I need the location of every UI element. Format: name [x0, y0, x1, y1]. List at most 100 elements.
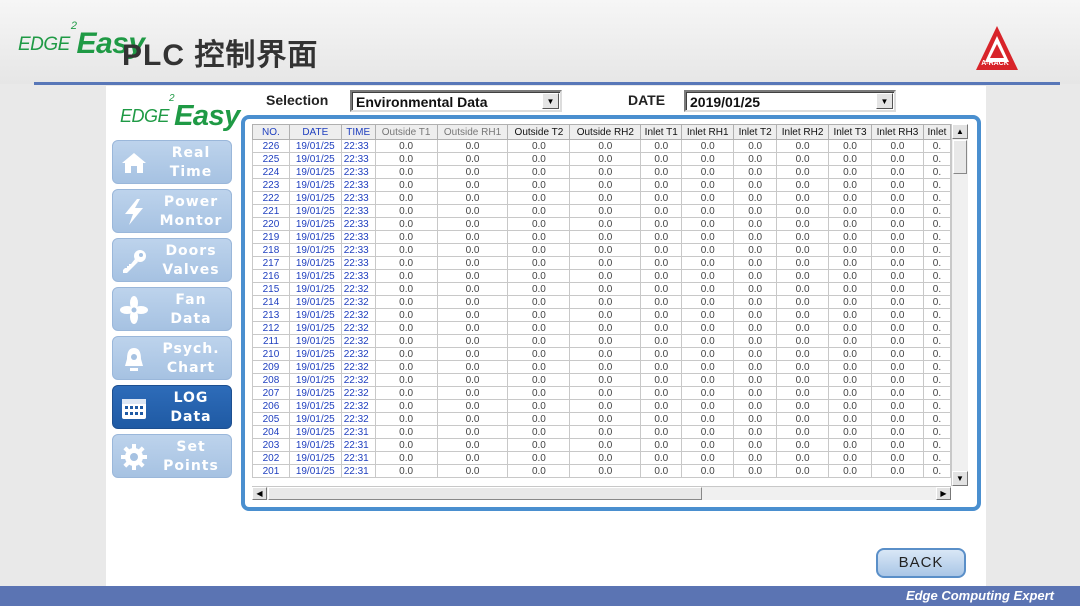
- table-row[interactable]: 212 19/01/25 22:32 0.0 0.0 0.0 0.0 0.0 0.0 0.0 0.0…: [252, 321, 951, 335]
- column-header[interactable]: Inlet T3: [828, 124, 872, 140]
- nav-button-set-points[interactable]: Set Points: [112, 434, 232, 478]
- table-row[interactable]: 224 19/01/25 22:33 0.0 0.0 0.0 0.0 0.0 0.0 0.0 0.0…: [252, 165, 951, 179]
- table-cell: 0.0: [776, 178, 830, 192]
- table-cell: 19/01/25: [288, 269, 342, 283]
- table-cell: 0.0: [640, 204, 683, 218]
- table-row[interactable]: 207 19/01/25 22:32 0.0 0.0 0.0 0.0 0.0 0.0 0.0 0.0…: [252, 386, 951, 400]
- table-cell: 0.: [922, 360, 951, 374]
- table-row[interactable]: 223 19/01/25 22:33 0.0 0.0 0.0 0.0 0.0 0.0 0.0 0.0…: [252, 178, 951, 192]
- column-header[interactable]: Outside RH2: [569, 124, 642, 140]
- date-dropdown[interactable]: 2019/01/25 ▼: [684, 90, 896, 112]
- column-header[interactable]: Outside T2: [507, 124, 571, 140]
- table-cell: 0.0: [733, 178, 778, 192]
- table-row[interactable]: 213 19/01/25 22:32 0.0 0.0 0.0 0.0 0.0 0.0 0.0 0.0…: [252, 308, 951, 322]
- table-row[interactable]: 219 19/01/25 22:33 0.0 0.0 0.0 0.0 0.0 0.0 0.0 0.0…: [252, 230, 951, 244]
- table-cell: 0.0: [776, 256, 830, 270]
- table-cell: 0.0: [569, 282, 642, 296]
- column-header[interactable]: TIME: [340, 124, 376, 140]
- scroll-right-button[interactable]: ▶: [936, 487, 951, 500]
- table-cell: 0.: [922, 386, 951, 400]
- table-row[interactable]: 221 19/01/25 22:33 0.0 0.0 0.0 0.0 0.0 0.0 0.0 0.0…: [252, 204, 951, 218]
- table-cell: 222: [252, 191, 290, 205]
- horizontal-scroll-thumb[interactable]: [268, 487, 702, 500]
- column-header[interactable]: Inlet: [922, 124, 951, 140]
- column-header[interactable]: NO.: [252, 124, 290, 140]
- horizontal-scrollbar[interactable]: ◀ ▶: [252, 486, 951, 500]
- table-row[interactable]: 226 19/01/25 22:33 0.0 0.0 0.0 0.0 0.0 0.0 0.0 0.0…: [252, 139, 951, 153]
- table-cell: 0.0: [569, 399, 642, 413]
- table-cell: 0.0: [828, 165, 872, 179]
- scroll-down-button[interactable]: ▼: [952, 471, 968, 486]
- chevron-down-icon[interactable]: ▼: [876, 93, 893, 109]
- table-cell: 22:33: [340, 243, 376, 257]
- selection-dropdown[interactable]: Environmental Data ▼: [350, 90, 562, 112]
- table-cell: 0.0: [871, 425, 924, 439]
- column-header[interactable]: Inlet T2: [733, 124, 778, 140]
- column-header[interactable]: Inlet RH2: [776, 124, 830, 140]
- table-cell: 0.0: [871, 308, 924, 322]
- table-row[interactable]: 225 19/01/25 22:33 0.0 0.0 0.0 0.0 0.0 0.0 0.0 0.0…: [252, 152, 951, 166]
- table-cell: 0.0: [828, 139, 872, 153]
- column-header[interactable]: Outside T1: [374, 124, 438, 140]
- table-cell: 22:32: [340, 282, 376, 296]
- nav-button-power-monitor[interactable]: Power Montor: [112, 189, 232, 233]
- column-header[interactable]: Inlet RH3: [871, 124, 924, 140]
- table-row[interactable]: 218 19/01/25 22:33 0.0 0.0 0.0 0.0 0.0 0.0 0.0 0.0…: [252, 243, 951, 257]
- nav-button-fan-data[interactable]: Fan Data: [112, 287, 232, 331]
- table-cell: 0.0: [374, 334, 438, 348]
- scroll-left-button[interactable]: ◀: [252, 487, 267, 500]
- table-cell: 0.0: [436, 204, 509, 218]
- table-row[interactable]: 208 19/01/25 22:32 0.0 0.0 0.0 0.0 0.0 0.0 0.0 0.0…: [252, 373, 951, 387]
- table-cell: 0.0: [436, 321, 509, 335]
- column-header[interactable]: Inlet RH1: [681, 124, 735, 140]
- column-header[interactable]: Inlet T1: [640, 124, 683, 140]
- table-cell: 0.0: [436, 295, 509, 309]
- table-row[interactable]: 215 19/01/25 22:32 0.0 0.0 0.0 0.0 0.0 0.0 0.0 0.0…: [252, 282, 951, 296]
- table-cell: 0.0: [733, 269, 778, 283]
- vertical-scrollbar[interactable]: ▲ ▼: [951, 124, 968, 486]
- column-header[interactable]: DATE: [288, 124, 342, 140]
- table-cell: 19/01/25: [288, 399, 342, 413]
- nav-button-doors-valves[interactable]: Doors Valves: [112, 238, 232, 282]
- table-cell: 0.0: [871, 282, 924, 296]
- table-row[interactable]: 202 19/01/25 22:31 0.0 0.0 0.0 0.0 0.0 0.0 0.0 0.0…: [252, 451, 951, 465]
- chevron-down-icon[interactable]: ▼: [542, 93, 559, 109]
- table-row[interactable]: 205 19/01/25 22:32 0.0 0.0 0.0 0.0 0.0 0.0 0.0 0.0…: [252, 412, 951, 426]
- table-cell: 0.0: [733, 165, 778, 179]
- table-row[interactable]: 220 19/01/25 22:33 0.0 0.0 0.0 0.0 0.0 0.0 0.0 0.0…: [252, 217, 951, 231]
- calendar-icon: [122, 399, 146, 419]
- nav-button-real-time[interactable]: Real Time: [112, 140, 232, 184]
- vertical-scroll-thumb[interactable]: [953, 140, 967, 174]
- table-cell: 0.0: [569, 451, 642, 465]
- table-row[interactable]: 209 19/01/25 22:32 0.0 0.0 0.0 0.0 0.0 0.0 0.0 0.0…: [252, 360, 951, 374]
- table-cell: 0.0: [828, 438, 872, 452]
- scroll-up-button[interactable]: ▲: [952, 124, 968, 139]
- nav-button-psych-chart[interactable]: Psych. Chart: [112, 336, 232, 380]
- table-row[interactable]: 203 19/01/25 22:31 0.0 0.0 0.0 0.0 0.0 0.0 0.0 0.0…: [252, 438, 951, 452]
- table-row[interactable]: 206 19/01/25 22:32 0.0 0.0 0.0 0.0 0.0 0.0 0.0 0.0…: [252, 399, 951, 413]
- table-row[interactable]: 201 19/01/25 22:31 0.0 0.0 0.0 0.0 0.0 0.0 0.0 0.0…: [252, 464, 951, 478]
- table-cell: 0.0: [776, 139, 830, 153]
- home-icon: [122, 153, 146, 173]
- table-cell: 0.0: [871, 191, 924, 205]
- table-row[interactable]: 214 19/01/25 22:32 0.0 0.0 0.0 0.0 0.0 0.0 0.0 0.0…: [252, 295, 951, 309]
- back-button[interactable]: BACK: [876, 548, 966, 578]
- table-row[interactable]: 216 19/01/25 22:33 0.0 0.0 0.0 0.0 0.0 0.0 0.0 0.0…: [252, 269, 951, 283]
- table-cell: 0.0: [569, 373, 642, 387]
- table-cell: 0.0: [507, 438, 571, 452]
- table-cell: 0.0: [733, 217, 778, 231]
- table-cell: 0.: [922, 139, 951, 153]
- nav-button-log-data[interactable]: LOG Data: [112, 385, 232, 429]
- table-row[interactable]: 217 19/01/25 22:33 0.0 0.0 0.0 0.0 0.0 0.0 0.0 0.0…: [252, 256, 951, 270]
- table-cell: 0.0: [640, 321, 683, 335]
- table-row[interactable]: 210 19/01/25 22:32 0.0 0.0 0.0 0.0 0.0 0.0 0.0 0.0…: [252, 347, 951, 361]
- table-row[interactable]: 204 19/01/25 22:31 0.0 0.0 0.0 0.0 0.0 0.0 0.0 0.0…: [252, 425, 951, 439]
- table-cell: 0.0: [374, 308, 438, 322]
- table-cell: 0.0: [569, 347, 642, 361]
- table-cell: 19/01/25: [288, 438, 342, 452]
- table-cell: 0.0: [733, 230, 778, 244]
- table-row[interactable]: 222 19/01/25 22:33 0.0 0.0 0.0 0.0 0.0 0.0 0.0 0.0…: [252, 191, 951, 205]
- column-header[interactable]: Outside RH1: [436, 124, 509, 140]
- log-data-table[interactable]: NO. DATE TIME Outside T1 Outside RH1 Outside …: [252, 124, 951, 486]
- table-row[interactable]: 211 19/01/25 22:32 0.0 0.0 0.0 0.0 0.0 0.0 0.0 0.0…: [252, 334, 951, 348]
